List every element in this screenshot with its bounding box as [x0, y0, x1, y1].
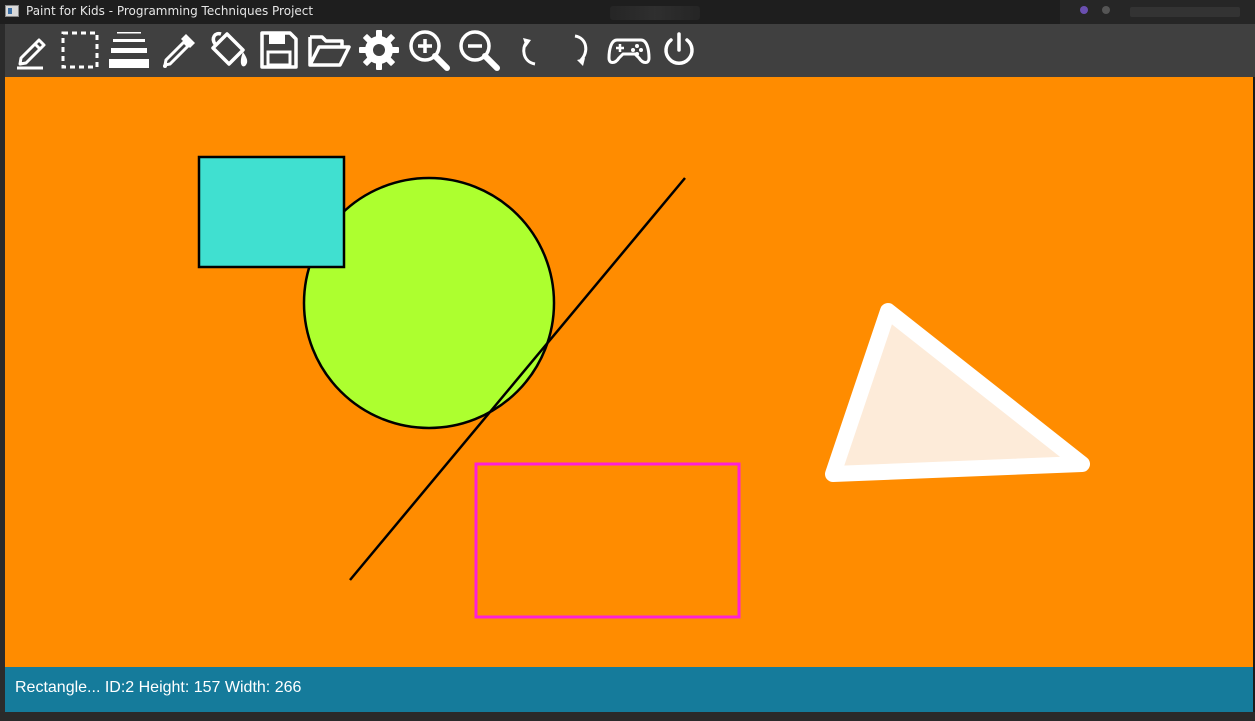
status-bar: Rectangle... ID:2 Height: 157 Width: 266: [5, 667, 1253, 712]
power-icon[interactable]: [656, 27, 702, 73]
app-icon: [5, 5, 19, 17]
gamepad-icon[interactable]: [606, 27, 652, 73]
tray-dot-icon: [1080, 6, 1088, 14]
triangle-shape[interactable]: [825, 303, 1090, 482]
select-icon[interactable]: [57, 27, 103, 73]
window-bottom-border: [0, 712, 1255, 721]
pencil-icon[interactable]: [8, 27, 54, 73]
gear-icon[interactable]: [356, 27, 402, 73]
tray-dot-icon: [1102, 6, 1110, 14]
drawing-canvas[interactable]: [5, 77, 1253, 667]
undo-icon[interactable]: [506, 27, 552, 73]
open-folder-icon[interactable]: [306, 27, 352, 73]
window-title: Paint for Kids - Programming Techniques …: [26, 4, 314, 18]
selected-magenta-rectangle-shape[interactable]: [474, 462, 741, 619]
color-picker-icon[interactable]: [156, 27, 202, 73]
redo-icon[interactable]: [556, 27, 602, 73]
toolbar: [5, 24, 1255, 77]
title-bar: Paint for Kids - Programming Techniques …: [0, 0, 1255, 24]
border-width-icon[interactable]: [106, 27, 152, 73]
save-icon[interactable]: [256, 27, 302, 73]
title-bar-right-area: [1060, 0, 1255, 24]
zoom-in-icon[interactable]: [406, 27, 452, 73]
cyan-rectangle-shape[interactable]: [197, 155, 346, 269]
background-window-blur: [1130, 7, 1240, 17]
background-window-blur: [610, 6, 700, 20]
paint-bucket-icon[interactable]: [206, 27, 252, 73]
status-text: Rectangle... ID:2 Height: 157 Width: 266: [15, 679, 302, 696]
zoom-out-icon[interactable]: [456, 27, 502, 73]
